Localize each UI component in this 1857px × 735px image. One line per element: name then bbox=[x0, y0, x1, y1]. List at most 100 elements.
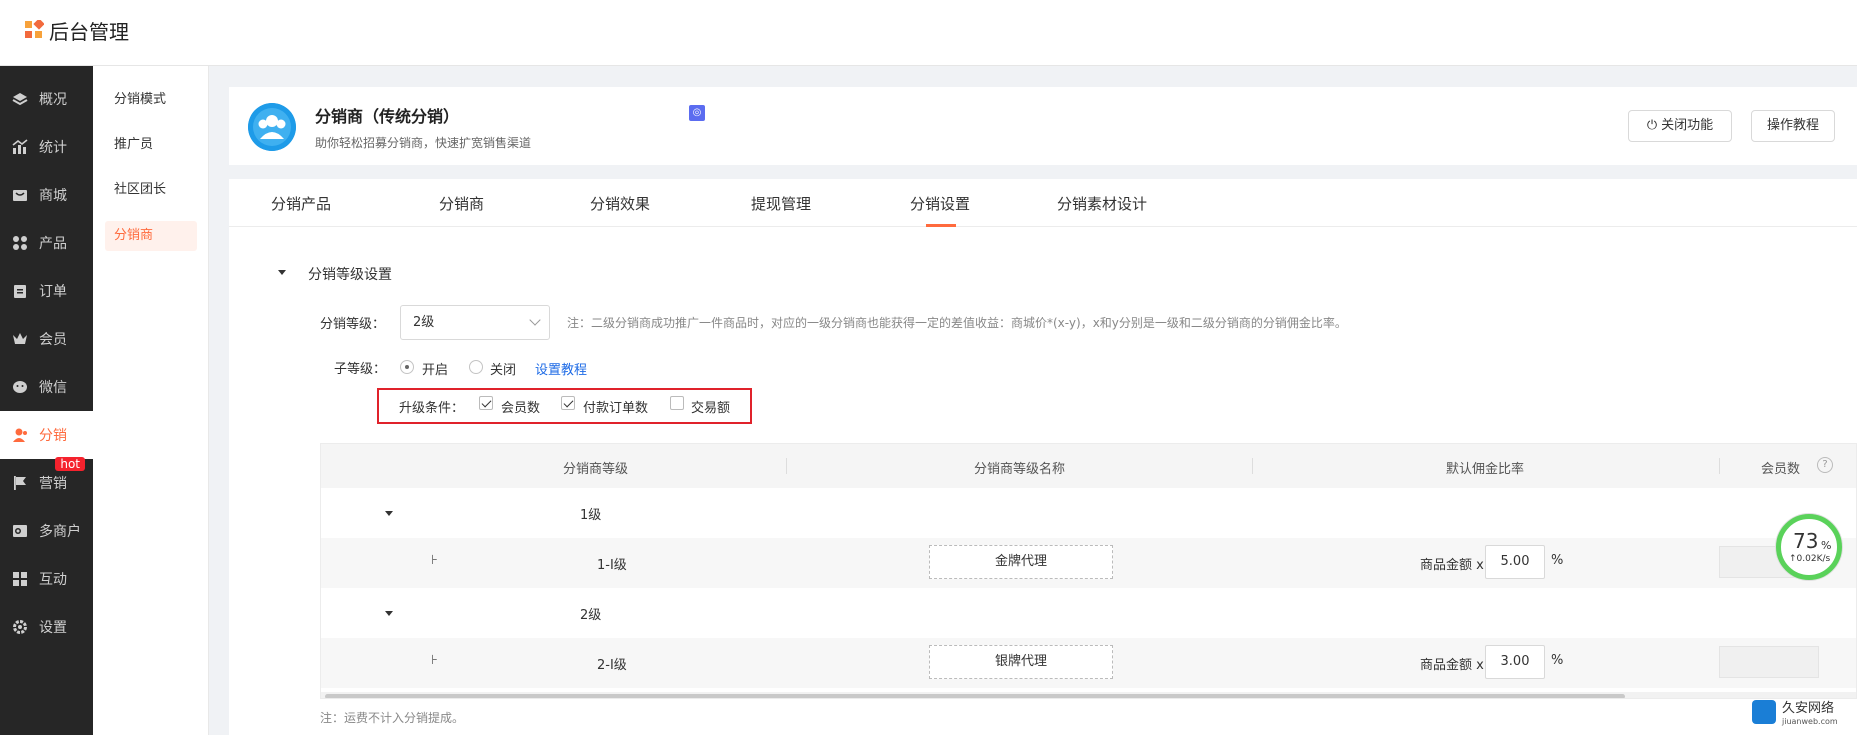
level-select-value: 2级 bbox=[413, 315, 435, 330]
page-subtitle: 助你轻松招募分销商，快速扩宽销售渠道 bbox=[315, 136, 532, 150]
sidebar-item-wechat[interactable]: 微信 bbox=[0, 363, 93, 411]
sidebar-item-members[interactable]: 会员 bbox=[0, 315, 93, 363]
paid-orders-label: 付款订单数 bbox=[583, 401, 649, 416]
subnav-item-distributors[interactable]: 分销商 bbox=[105, 221, 197, 251]
close-feature-button[interactable]: ⏻ 关闭功能 bbox=[1628, 110, 1732, 142]
tab-effect[interactable]: 分销效果 bbox=[590, 193, 650, 214]
sidebar-item-label: 统计 bbox=[39, 140, 67, 156]
rate-unit: % bbox=[1551, 653, 1564, 668]
table-row: ⊦ 1-I级 金牌代理 商品金额 x 5.00 % bbox=[321, 538, 1856, 588]
upgrade-label: 升级条件： bbox=[399, 401, 465, 416]
rate-label: 商品金额 x bbox=[1420, 658, 1484, 673]
shop-icon bbox=[13, 190, 27, 201]
wechat-icon bbox=[13, 381, 27, 393]
trade-amount-label: 交易额 bbox=[691, 401, 731, 416]
footer-note: 注：运费不计入分销提成。 bbox=[320, 711, 465, 725]
puzzle-icon bbox=[13, 572, 27, 586]
level-name-input[interactable]: 金牌代理 bbox=[929, 545, 1113, 579]
level-cell: 2级 bbox=[580, 608, 602, 623]
sidebar-item-label: 产品 bbox=[39, 236, 67, 252]
sidebar-item-label: 概况 bbox=[39, 92, 67, 108]
member-count-checkbox[interactable] bbox=[479, 396, 493, 410]
app-title: 后台管理 bbox=[49, 20, 129, 44]
tab-settings[interactable]: 分销设置 bbox=[910, 193, 970, 214]
sidebar-item-label: 营销 bbox=[39, 476, 67, 492]
sidebar-item-settings[interactable]: 设置 bbox=[0, 603, 93, 651]
sidebar-item-label: 分销 bbox=[39, 428, 67, 444]
active-tab-indicator bbox=[926, 224, 956, 227]
level-select[interactable]: 2级 bbox=[400, 305, 550, 340]
rate-input[interactable]: 3.00 bbox=[1485, 645, 1545, 679]
network-speed-widget[interactable]: 73 % ↑0.02K/s bbox=[1776, 514, 1842, 580]
col-commission: 默认佣金比率 bbox=[1446, 462, 1525, 477]
sidebar: 概况 统计 商城 产品 订单 会员 微信 分销 营销 hot 多商户 互动 设置 bbox=[0, 66, 93, 735]
sidebar-item-shop[interactable]: 商城 bbox=[0, 171, 93, 219]
store-icon bbox=[13, 525, 27, 537]
sidebar-item-orders[interactable]: 订单 bbox=[0, 267, 93, 315]
trade-amount-checkbox[interactable] bbox=[670, 396, 684, 410]
scrollbar-thumb[interactable] bbox=[325, 694, 1625, 698]
tree-branch-icon: ⊦ bbox=[431, 553, 438, 568]
sublevel-off-radio[interactable] bbox=[469, 360, 483, 374]
tab-products[interactable]: 分销产品 bbox=[271, 193, 331, 214]
tutorial-button[interactable]: 操作教程 bbox=[1751, 110, 1835, 142]
level-label: 分销等级： bbox=[320, 317, 386, 332]
sublevel-cell: 2-I级 bbox=[597, 658, 627, 673]
sub-nav: 分销模式 推广员 社区团长 分销商 bbox=[93, 66, 209, 735]
level-cell: 1级 bbox=[580, 508, 602, 523]
collapse-caret-icon[interactable] bbox=[278, 270, 286, 275]
rate-unit: % bbox=[1551, 553, 1564, 568]
help-icon[interactable]: ? bbox=[1817, 457, 1833, 473]
sidebar-item-products[interactable]: 产品 bbox=[0, 219, 93, 267]
col-member-count: 会员数 bbox=[1761, 462, 1801, 477]
sidebar-item-label: 会员 bbox=[39, 332, 67, 348]
member-count-label: 会员数 bbox=[501, 401, 541, 416]
expand-caret-icon[interactable] bbox=[385, 611, 393, 616]
paid-orders-checkbox[interactable] bbox=[561, 396, 575, 410]
tree-branch-icon: ⊦ bbox=[431, 653, 438, 668]
level-name-input[interactable]: 银牌代理 bbox=[929, 645, 1113, 679]
header-card: 分销商（传统分销） ◎ 助你轻松招募分销商，快速扩宽销售渠道 ⏻ 关闭功能 操作教… bbox=[229, 87, 1857, 165]
rate-input[interactable]: 5.00 bbox=[1485, 545, 1545, 579]
sidebar-item-label: 互动 bbox=[39, 572, 67, 588]
sidebar-item-stats[interactable]: 统计 bbox=[0, 123, 93, 171]
distributor-avatar-icon bbox=[248, 103, 296, 151]
grid-icon bbox=[13, 236, 27, 250]
layers-icon bbox=[12, 93, 28, 106]
sidebar-item-interaction[interactable]: 互动 bbox=[0, 555, 93, 603]
subnav-item-mode[interactable]: 分销模式 bbox=[105, 85, 197, 115]
member-count-input[interactable] bbox=[1719, 646, 1819, 678]
sidebar-item-label: 订单 bbox=[39, 284, 67, 300]
tab-bar: 分销产品 分销商 分销效果 提现管理 分销设置 分销素材设计 bbox=[229, 179, 1857, 227]
verified-badge-icon: ◎ bbox=[689, 105, 705, 121]
chevron-down-icon bbox=[529, 314, 541, 326]
section-title: 分销等级设置 bbox=[308, 267, 392, 283]
sidebar-item-label: 商城 bbox=[39, 188, 67, 204]
sidebar-item-label: 微信 bbox=[39, 380, 67, 396]
subnav-item-group-leaders[interactable]: 社区团长 bbox=[105, 175, 197, 205]
sidebar-item-label: 多商户 bbox=[39, 524, 81, 540]
col-level: 分销商等级 bbox=[563, 462, 629, 477]
sidebar-item-multi-merchant[interactable]: 多商户 bbox=[0, 507, 93, 555]
sublevel-on-label: 开启 bbox=[422, 363, 449, 378]
speed-value: 73 bbox=[1793, 529, 1819, 553]
sublevel-label: 子等级： bbox=[334, 362, 387, 377]
expand-caret-icon[interactable] bbox=[385, 511, 393, 516]
sidebar-item-marketing[interactable]: 营销 hot bbox=[0, 457, 93, 507]
col-divider bbox=[786, 458, 787, 474]
tab-withdraw[interactable]: 提现管理 bbox=[751, 193, 811, 214]
speed-rate: ↑0.02K/s bbox=[1789, 554, 1831, 564]
sidebar-item-distribution[interactable]: 分销 bbox=[0, 411, 93, 459]
page: 后台管理 概况 统计 商城 产品 订单 会员 微信 分销 营销 hot 多商户 … bbox=[0, 0, 1857, 735]
tab-distributors[interactable]: 分销商 bbox=[439, 193, 484, 214]
sublevel-tutorial-link[interactable]: 设置教程 bbox=[535, 359, 587, 378]
sublevel-on-radio[interactable] bbox=[400, 360, 414, 374]
watermark-subtext: jiuanweb.com bbox=[1782, 717, 1838, 726]
chart-icon bbox=[12, 139, 28, 154]
speed-unit: % bbox=[1821, 539, 1832, 552]
table-row: ⊦ 2-I级 银牌代理 商品金额 x 3.00 % bbox=[321, 638, 1856, 688]
tab-material-design[interactable]: 分销素材设计 bbox=[1057, 193, 1147, 214]
subnav-item-promoters[interactable]: 推广员 bbox=[105, 130, 197, 160]
crown-icon bbox=[13, 333, 27, 344]
sidebar-item-overview[interactable]: 概况 bbox=[0, 75, 93, 123]
